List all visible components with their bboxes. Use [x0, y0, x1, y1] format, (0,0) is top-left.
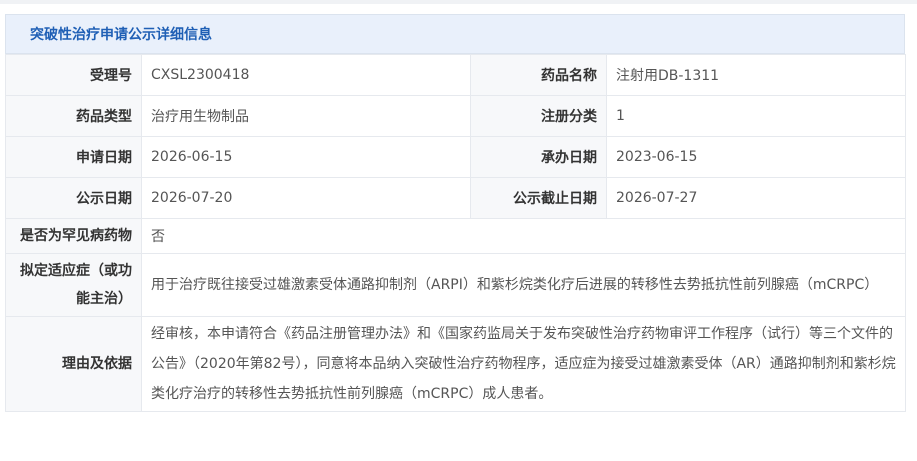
detail-table: 受理号 CXSL2300418 药品名称 注射用DB-1311 药品类型 治疗用… — [5, 54, 906, 412]
drug-type-value: 治疗用生物制品 — [141, 95, 471, 137]
accept-no-value: CXSL2300418 — [141, 54, 471, 96]
table-row: 理由及依据 经审核，本申请符合《药品注册管理办法》和《国家药监局关于发布突破性治… — [5, 316, 906, 412]
top-divider — [0, 0, 917, 4]
table-row: 拟定适应症（或功能主治） 用于治疗既往接受过雄激素受体通路抑制剂（ARPI）和紫… — [5, 253, 906, 317]
rare-disease-value: 否 — [141, 218, 906, 254]
accept-no-label: 受理号 — [5, 54, 142, 96]
indication-label: 拟定适应症（或功能主治） — [5, 253, 142, 317]
publish-date-label: 公示日期 — [5, 177, 142, 219]
publish-end-date-label: 公示截止日期 — [470, 177, 607, 219]
table-row: 是否为罕见病药物 否 — [5, 218, 906, 254]
reg-class-label: 注册分类 — [470, 95, 607, 137]
publish-date-value: 2026-07-20 — [141, 177, 471, 219]
panel-title: 突破性治疗申请公示详细信息 — [30, 27, 212, 43]
table-row: 受理号 CXSL2300418 药品名称 注射用DB-1311 — [5, 54, 906, 96]
apply-date-label: 申请日期 — [5, 136, 142, 178]
indication-value: 用于治疗既往接受过雄激素受体通路抑制剂（ARPI）和紫杉烷类化疗后进展的转移性去… — [141, 253, 906, 317]
apply-date-value: 2026-06-15 — [141, 136, 471, 178]
table-row: 申请日期 2026-06-15 承办日期 2023-06-15 — [5, 136, 906, 178]
table-row: 公示日期 2026-07-20 公示截止日期 2026-07-27 — [5, 177, 906, 219]
drug-type-label: 药品类型 — [5, 95, 142, 137]
detail-panel: 突破性治疗申请公示详细信息 受理号 CXSL2300418 药品名称 注射用DB… — [5, 14, 906, 412]
publish-end-date-value: 2026-07-27 — [606, 177, 906, 219]
undertake-date-label: 承办日期 — [470, 136, 607, 178]
reg-class-value: 1 — [606, 95, 906, 137]
panel-header: 突破性治疗申请公示详细信息 — [5, 14, 905, 54]
undertake-date-value: 2023-06-15 — [606, 136, 906, 178]
reason-label: 理由及依据 — [5, 316, 142, 412]
reason-value: 经审核，本申请符合《药品注册管理办法》和《国家药监局关于发布突破性治疗药物审评工… — [141, 316, 906, 412]
rare-disease-label: 是否为罕见病药物 — [5, 218, 142, 254]
drug-name-label: 药品名称 — [470, 54, 607, 96]
drug-name-value: 注射用DB-1311 — [606, 54, 906, 96]
table-row: 药品类型 治疗用生物制品 注册分类 1 — [5, 95, 906, 137]
